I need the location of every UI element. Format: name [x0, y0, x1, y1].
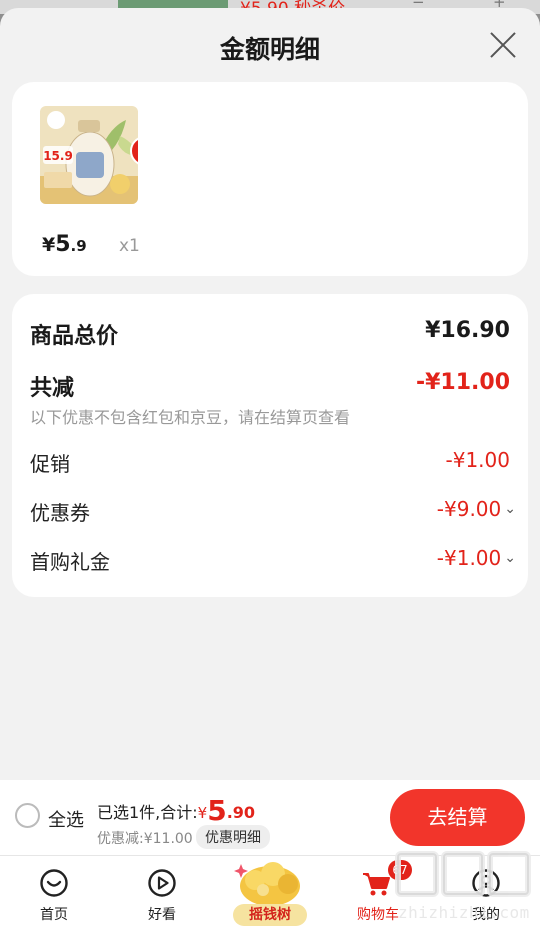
- checkout-bar: 全选 已选1件,合计:¥5.90 优惠减:¥11.00 优惠明细 去结算: [0, 780, 540, 856]
- total-decimal: .90: [226, 803, 256, 822]
- selected-total-line: 已选1件,合计:¥5.90: [97, 794, 255, 827]
- laundry-detergent-product-image: 15.9: [40, 106, 138, 204]
- chevron-down-icon[interactable]: ⌄: [504, 501, 516, 517]
- sheet-title: 金额明细: [219, 35, 320, 64]
- total-price-label: 商品总价: [30, 324, 119, 349]
- reduction-note: 以下优惠不包含红包和京豆，请在结算页查看: [30, 408, 351, 427]
- amount-summary-card: 商品总价 ¥16.90 共减 -¥11.00 以下优惠不包含红包和京豆，请在结算…: [12, 294, 528, 597]
- close-icon[interactable]: [488, 30, 518, 60]
- discount-total-text: 优惠减:¥11.00: [97, 831, 193, 847]
- coupon-value-group[interactable]: -¥9.00 ⌄: [437, 497, 516, 521]
- total-integer: 5: [207, 794, 227, 827]
- total-symbol: ¥: [197, 804, 208, 822]
- total-reduction-value: -¥11.00: [415, 370, 510, 395]
- select-all-radio[interactable]: [15, 803, 40, 828]
- item-price: ¥5.9: [42, 232, 87, 257]
- first-purchase-gift-label: 首购礼金: [30, 550, 110, 574]
- gift-value-group[interactable]: -¥1.00 ⌄: [437, 546, 516, 570]
- first-purchase-gift-value: -¥1.00: [436, 546, 502, 570]
- product-image-price-text: 15.9: [43, 149, 73, 163]
- money-tree-icon: [234, 862, 300, 906]
- price-symbol: ¥: [42, 234, 56, 256]
- select-all-label[interactable]: 全选: [48, 806, 84, 832]
- tab-money-tree-label: 摇钱树: [233, 904, 307, 926]
- product-card: 15.9 ✓ ¥5.9 x1: [12, 82, 528, 276]
- total-price-value: ¥16.90: [425, 318, 510, 343]
- coupon-label: 优惠券: [30, 501, 90, 525]
- home-icon: [40, 869, 68, 897]
- tab-home[interactable]: 首页: [0, 856, 108, 930]
- tab-watch[interactable]: 好看: [108, 856, 216, 930]
- item-quantity: x1: [119, 236, 140, 256]
- selected-count-text: 已选1件,合计:: [97, 803, 198, 822]
- promotion-value: -¥1.00: [445, 448, 510, 472]
- discount-detail-button[interactable]: 优惠明细: [196, 825, 270, 849]
- product-image[interactable]: 15.9 ✓: [40, 106, 138, 204]
- sheet-header: 金额明细: [0, 8, 540, 82]
- checkout-button[interactable]: 去结算: [390, 789, 525, 846]
- watermark-text: zhizhizhi.com: [398, 903, 530, 922]
- tab-home-label: 首页: [40, 907, 68, 923]
- price-decimal: .9: [70, 237, 87, 255]
- price-integer: 5: [55, 232, 71, 257]
- video-play-icon: [148, 869, 176, 897]
- total-reduction-label: 共减: [30, 376, 75, 401]
- promotion-label: 促销: [30, 452, 70, 476]
- tab-watch-label: 好看: [148, 907, 176, 923]
- tab-money-tree[interactable]: 摇钱树: [216, 856, 324, 930]
- coupon-value: -¥9.00: [436, 497, 502, 521]
- chevron-down-icon[interactable]: ⌄: [504, 550, 516, 566]
